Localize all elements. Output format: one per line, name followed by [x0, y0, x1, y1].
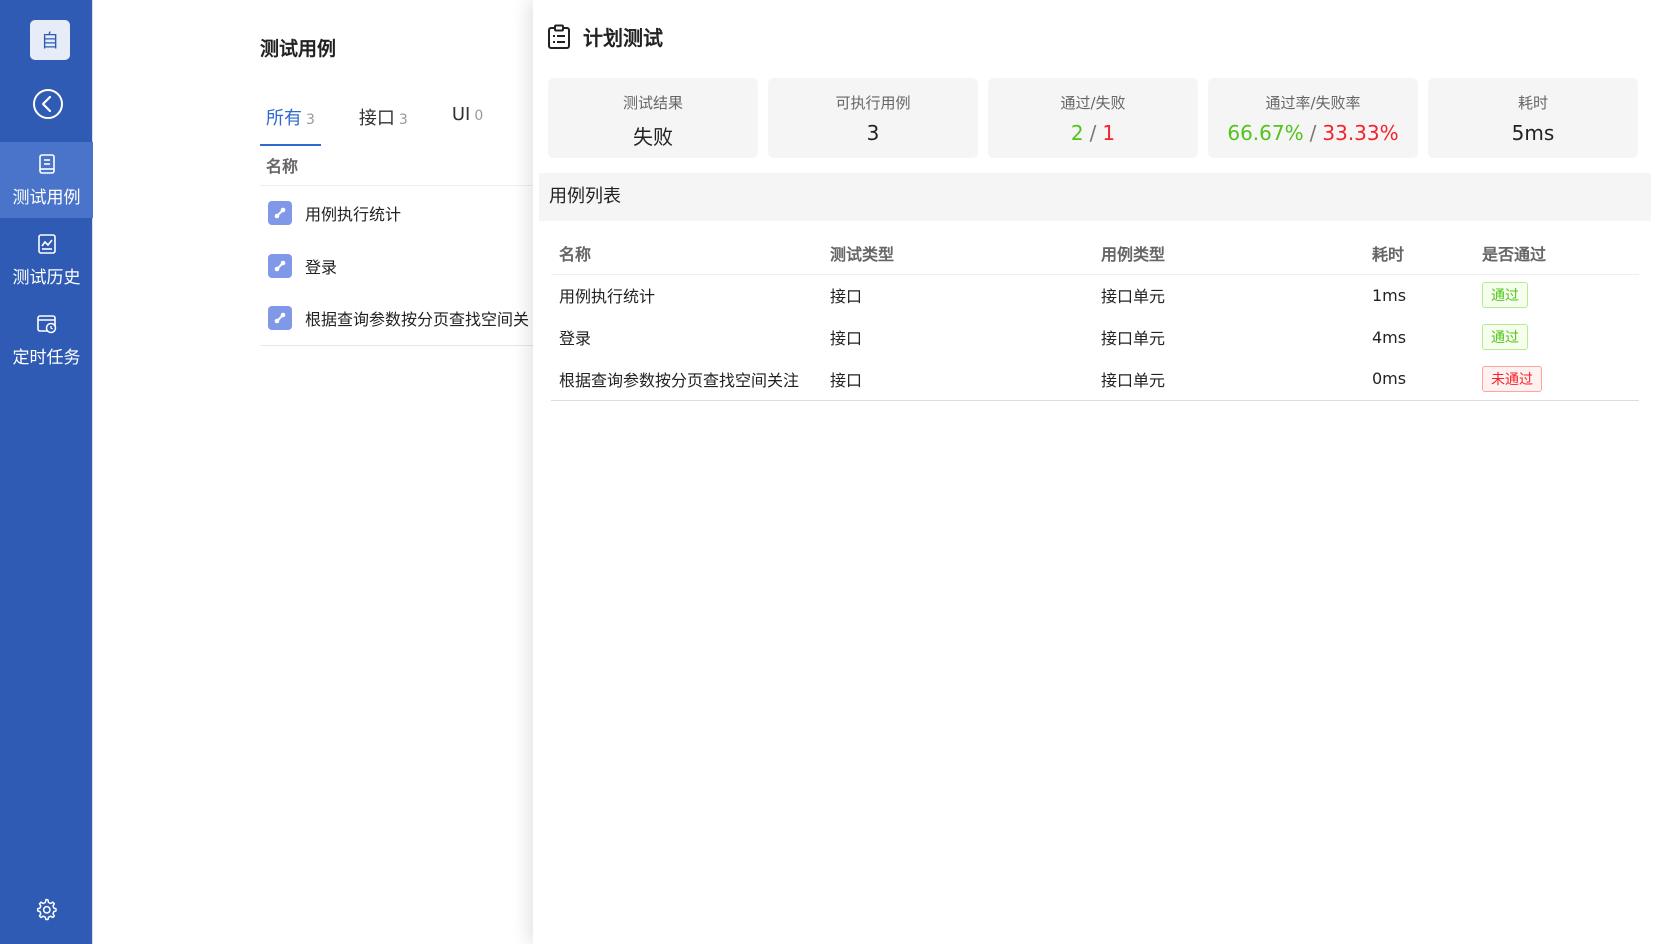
- column-header-name: 名称: [551, 232, 822, 275]
- fail-rate: 33.33%: [1322, 121, 1399, 145]
- stat-label: 耗时: [1517, 94, 1548, 112]
- drawer-title: 计划测试: [547, 22, 663, 51]
- tab-api[interactable]: 接口 3: [353, 104, 414, 146]
- tab-count: 3: [306, 112, 315, 128]
- status-badge: 未通过: [1482, 365, 1542, 392]
- cell-result: 通过: [1474, 316, 1639, 358]
- list-item[interactable]: 登录: [260, 240, 533, 292]
- pass-count: 2: [1070, 121, 1084, 145]
- api-link-icon: [268, 306, 292, 330]
- stat-value: 2/1: [988, 121, 1198, 145]
- cell-duration: 4ms: [1372, 327, 1407, 347]
- status-badge: 通过: [1482, 282, 1528, 309]
- stat-label: 可执行用例: [835, 94, 911, 112]
- separator: /: [1309, 121, 1317, 145]
- book-icon: [38, 153, 55, 174]
- settings-button[interactable]: [34, 897, 58, 921]
- schedule-icon: [36, 314, 56, 333]
- column-header-passed: 是否通过: [1474, 232, 1639, 275]
- divider: [260, 345, 533, 346]
- cell-name: 登录: [559, 329, 592, 348]
- cell-case-type: 接口单元: [1101, 329, 1166, 348]
- stat-value: 3: [866, 121, 880, 145]
- back-button[interactable]: [32, 88, 64, 120]
- sidebar-item-scheduled-tasks[interactable]: 定时任务: [0, 302, 93, 378]
- list-item[interactable]: 用例执行统计: [260, 187, 533, 239]
- tab-count: 0: [474, 108, 484, 124]
- cell-result: 通过: [1474, 274, 1639, 316]
- stat-value: 5ms: [1511, 121, 1555, 145]
- case-name: 用例执行统计: [305, 205, 402, 224]
- cell-test-type: 接口: [822, 358, 1093, 401]
- tab-label: 接口: [358, 108, 395, 129]
- column-header-test-type: 测试类型: [822, 232, 1093, 275]
- pass-rate: 66.67%: [1227, 121, 1304, 145]
- case-name: 登录: [305, 258, 338, 277]
- separator: /: [1089, 121, 1097, 145]
- cell-duration: 1ms: [1372, 285, 1407, 305]
- table-row[interactable]: 根据查询参数按分页查找空间关注 接口 接口单元 0ms 未通过: [551, 358, 1639, 401]
- stat-test-result: 测试结果 失败: [548, 78, 758, 158]
- stat-pass-rate: 通过率/失败率 66.67%/33.33%: [1208, 78, 1418, 158]
- clipboard-list-icon: [548, 24, 570, 49]
- case-result-table: 名称 测试类型 用例类型 耗时 是否通过 用例执行统计 接口 接口单元 1ms …: [551, 232, 1639, 401]
- stat-executable-cases: 可执行用例 3: [768, 78, 978, 158]
- page-title: 测试用例: [260, 38, 337, 60]
- cell-duration: 0ms: [1364, 358, 1474, 401]
- stat-value: 失败: [633, 125, 673, 149]
- cell-test-type: 接口: [830, 287, 863, 307]
- stat-pass-fail: 通过/失败 2/1: [988, 78, 1198, 158]
- tab-all[interactable]: 所有 3: [260, 104, 321, 146]
- sidebar-item-label: 定时任务: [12, 347, 81, 368]
- cell-name: 用例执行统计: [559, 287, 656, 307]
- plan-test-drawer: 计划测试 测试结果 失败 可执行用例 3 通过/失败 2/1 通过率/失败率 6…: [533, 0, 1657, 944]
- app-badge[interactable]: 自: [30, 20, 70, 60]
- cell-case-type: 接口单元: [1093, 358, 1364, 401]
- stat-label: 测试结果: [622, 94, 683, 112]
- stat-label: 通过率/失败率: [1265, 94, 1361, 112]
- sidebar-item-test-history[interactable]: 测试历史: [0, 222, 93, 298]
- cell-case-type: 接口单元: [1101, 287, 1166, 307]
- stat-value: 66.67%/33.33%: [1208, 121, 1418, 145]
- table-row[interactable]: 登录 接口 接口单元 4ms 通过: [551, 316, 1639, 358]
- column-header-duration: 耗时: [1364, 232, 1474, 275]
- status-badge: 通过: [1482, 324, 1528, 350]
- drawer-title-text: 计划测试: [583, 26, 663, 50]
- sidebar-item-test-cases[interactable]: 测试用例: [0, 142, 93, 218]
- api-link-icon: [268, 201, 292, 225]
- table-row[interactable]: 用例执行统计 接口 接口单元 1ms 通过: [551, 274, 1639, 316]
- tab-ui[interactable]: UI 0: [446, 104, 489, 146]
- gear-icon: [36, 898, 57, 921]
- case-list-section-title: 用例列表: [539, 173, 1651, 221]
- back-arrow-icon: [33, 89, 63, 119]
- case-type-tabs: 所有 3 接口 3 UI 0: [260, 104, 521, 146]
- tab-count: 3: [398, 112, 408, 128]
- chart-icon: [37, 233, 56, 254]
- table-header-row: 名称 测试类型 用例类型 耗时 是否通过: [551, 232, 1639, 275]
- tab-label: UI: [451, 104, 471, 125]
- sidebar-item-label: 测试历史: [12, 267, 81, 288]
- column-header-case-type: 用例类型: [1093, 232, 1364, 275]
- cell-name: 根据查询参数按分页查找空间关注: [551, 358, 822, 401]
- case-name: 根据查询参数按分页查找空间关: [305, 310, 530, 329]
- column-header-name: 名称: [260, 148, 533, 186]
- cell-result: 未通过: [1474, 358, 1639, 401]
- sidebar-item-label: 测试用例: [12, 187, 81, 208]
- tab-label: 所有: [266, 108, 302, 129]
- stat-duration: 耗时 5ms: [1428, 78, 1638, 158]
- fail-count: 1: [1102, 121, 1116, 145]
- stat-label: 通过/失败: [1060, 94, 1126, 112]
- sidebar: 自 测试用例 测试历史 定时任务: [0, 0, 93, 944]
- test-case-list-pane: 测试用例 所有 3 接口 3 UI 0 名称 用例执行统计 登录 根据查询参数按分页查…: [93, 0, 533, 944]
- api-link-icon: [268, 254, 292, 278]
- cell-test-type: 接口: [830, 329, 863, 348]
- list-item[interactable]: 根据查询参数按分页查找空间关: [260, 292, 533, 344]
